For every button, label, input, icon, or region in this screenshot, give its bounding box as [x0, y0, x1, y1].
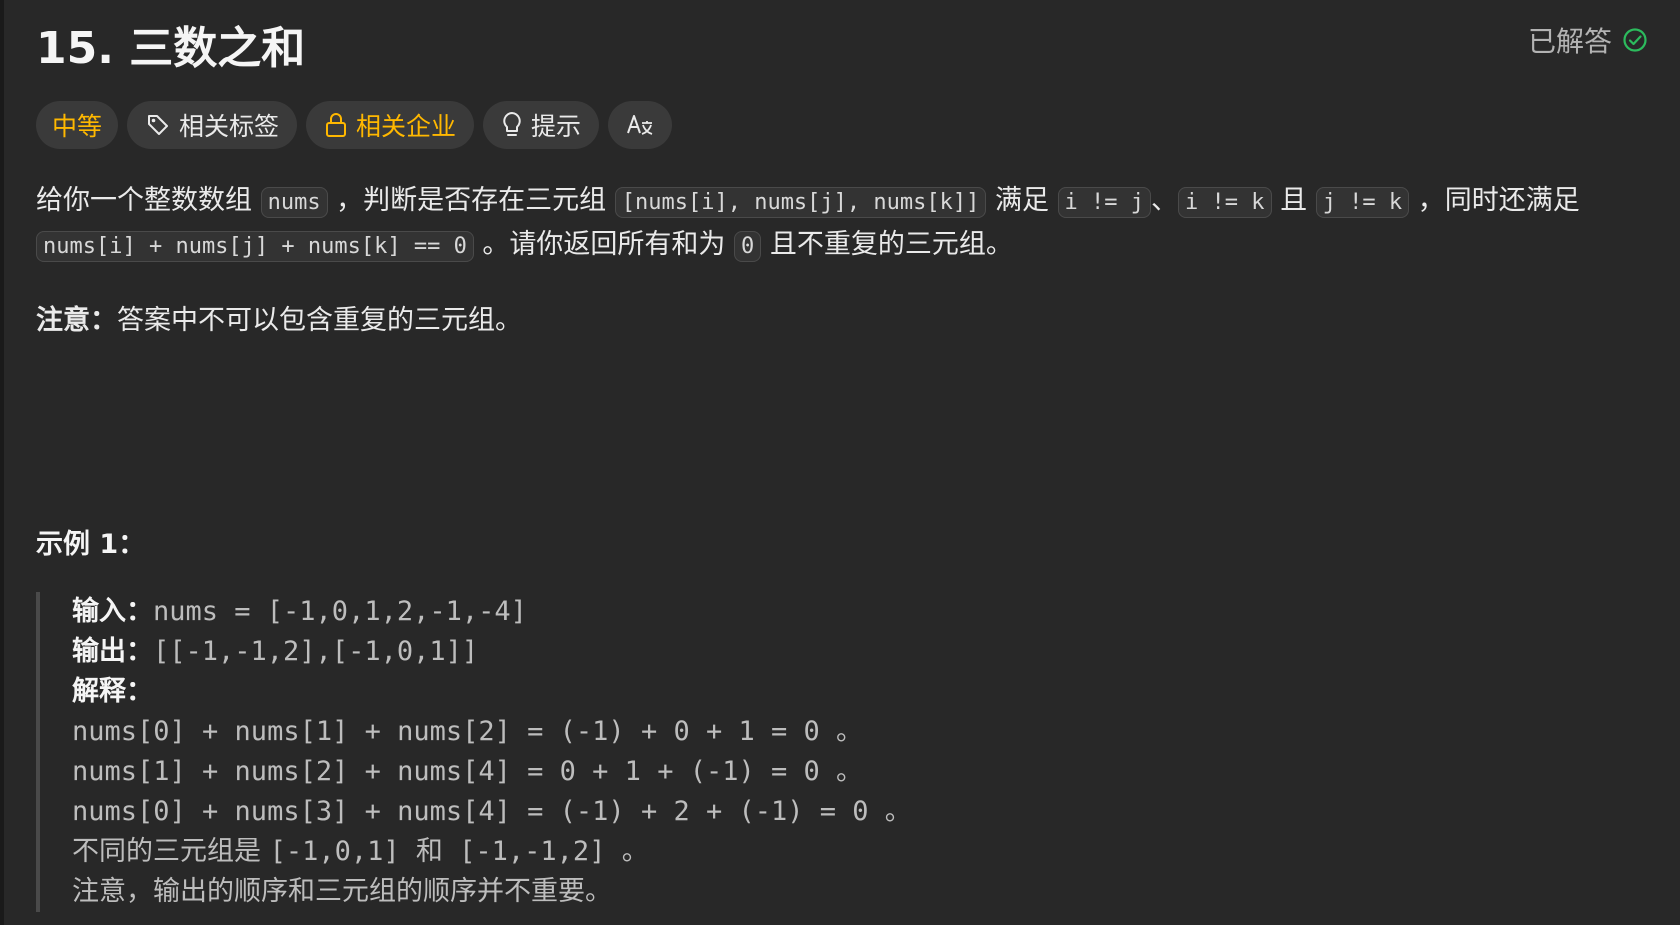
note-paragraph: 注意：答案中不可以包含重复的三元组。	[36, 298, 522, 337]
input-label: 输入：	[72, 596, 153, 627]
desc-text: 。请你返回所有和为	[473, 229, 735, 260]
input-value: nums = [-1,0,1,2,-1,-4]	[153, 596, 527, 627]
lock-icon	[326, 113, 347, 137]
note-label: 注意：	[36, 305, 117, 336]
description-paragraph: 给你一个整数数组 nums ，判断是否存在三元组 [nums[i], nums[…	[36, 180, 1646, 268]
desc-text: 给你一个整数数组	[36, 185, 261, 216]
difficulty-badge[interactable]: 中等	[36, 101, 119, 149]
inline-code: [nums[i], nums[j], nums[k]]	[614, 187, 987, 218]
desc-text: 且不重复的三元组。	[761, 229, 1013, 260]
tag-icon	[148, 115, 169, 135]
status-label: 已解答	[1527, 25, 1612, 58]
explain-line-2: nums[1] + nums[2] + nums[4] = 0 + 1 + (-…	[72, 756, 864, 787]
inline-code: i != k	[1178, 187, 1272, 218]
explain-line-4-text: 不同的三元组是	[72, 836, 270, 867]
solved-status: 已解答	[1528, 20, 1648, 60]
check-circle-icon	[1623, 28, 1647, 52]
problem-description: 给你一个整数数组 nums ，判断是否存在三元组 [nums[i], nums[…	[36, 180, 1646, 268]
inline-code: 0	[734, 231, 762, 262]
explain-line-5: 注意，输出的顺序和三元组的顺序并不重要。	[72, 876, 612, 907]
related-companies-button[interactable]: 相关企业	[306, 101, 475, 149]
explain-line-3: nums[0] + nums[3] + nums[4] = (-1) + 2 +…	[72, 796, 912, 827]
related-tags-button[interactable]: 相关标签	[127, 101, 298, 149]
inline-code: nums	[260, 187, 328, 218]
lightbulb-icon	[503, 112, 521, 136]
inline-code: nums[i] + nums[j] + nums[k] == 0	[36, 231, 474, 262]
example-title: 示例 1：	[36, 529, 146, 560]
desc-text: 且	[1271, 185, 1316, 216]
inline-code: j != k	[1315, 187, 1410, 218]
explain-line-1: nums[0] + nums[1] + nums[2] = (-1) + 0 +…	[72, 716, 864, 747]
explain-label: 解释：	[72, 676, 153, 707]
desc-text: ，同时还满足	[1409, 185, 1580, 216]
example-block: 输入：nums = [-1,0,1,2,-1,-4] 输出：[[-1,-1,2]…	[36, 592, 1136, 912]
tag-row: 中等 相关标签 相关企业 提示	[36, 101, 673, 149]
problem-title: 15. 三数之和	[36, 23, 306, 74]
translate-button[interactable]	[608, 101, 673, 149]
hint-label: 提示	[531, 112, 582, 141]
related-companies-label: 相关企业	[356, 112, 457, 141]
desc-text: 、	[1151, 185, 1179, 216]
hint-button[interactable]: 提示	[483, 101, 600, 149]
difficulty-label: 中等	[52, 112, 103, 141]
example-output-line: 输出：[[-1,-1,2],[-1,0,1]]	[72, 632, 1136, 672]
example-input-line: 输入：nums = [-1,0,1,2,-1,-4]	[72, 592, 1136, 632]
note-text: 答案中不可以包含重复的三元组。	[117, 305, 522, 336]
explain-line-4: 不同的三元组是 [-1,0,1] 和 [-1,-1,2] 。	[72, 832, 1136, 872]
inline-code: i != j	[1057, 187, 1152, 218]
panel-border	[0, 0, 4, 925]
output-value: [[-1,-1,2],[-1,0,1]]	[153, 636, 479, 667]
explain-line-4-code: [-1,0,1] 和 [-1,-1,2] 。	[269, 836, 649, 867]
output-label: 输出：	[72, 636, 153, 667]
desc-text: ，判断是否存在三元组	[327, 185, 615, 216]
related-tags-label: 相关标签	[179, 112, 280, 141]
desc-text: 满足	[986, 185, 1058, 216]
translate-icon	[627, 115, 653, 135]
example-explain-line: 解释：	[72, 672, 1136, 712]
